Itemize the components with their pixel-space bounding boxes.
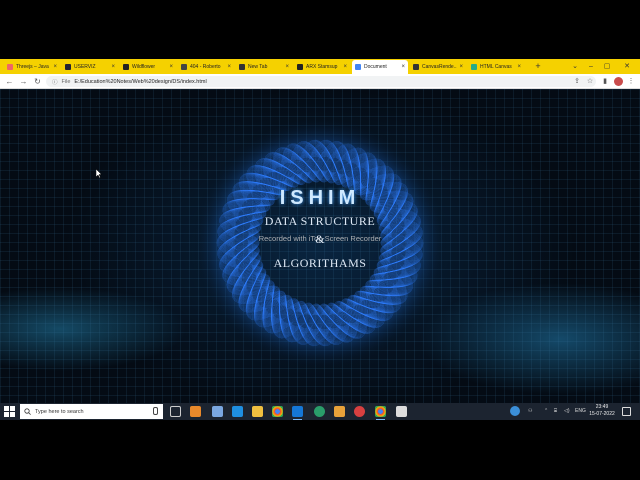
page-title: ISHIM: [279, 187, 361, 209]
tab-favicon-icon: [7, 64, 13, 70]
tab-favicon-icon: [413, 64, 419, 70]
tab-label: Threejs – Java: [16, 64, 49, 70]
window-close-icon[interactable]: ✕: [620, 60, 634, 73]
tab-favicon-icon: [181, 64, 187, 70]
browser-tab[interactable]: CanvasRende... ×: [410, 60, 466, 74]
file-explorer-icon[interactable]: [252, 406, 263, 417]
back-arrow-icon[interactable]: ←: [4, 76, 15, 87]
new-tab-button[interactable]: +: [533, 60, 543, 73]
tab-close-icon[interactable]: ×: [343, 64, 347, 70]
share-icon[interactable]: ⇪: [572, 76, 582, 87]
app-icon-box[interactable]: [334, 406, 345, 417]
tab-close-icon[interactable]: ×: [53, 64, 57, 70]
task-view-icon[interactable]: [170, 406, 181, 417]
tray-app-icon[interactable]: [510, 406, 520, 416]
browser-toolbar: ← → ↻ ⓘ File E:/Education%20Notes/Web%20…: [0, 74, 640, 89]
bookmark-star-icon[interactable]: ☆: [585, 76, 595, 87]
side-panel-icon[interactable]: ▮: [600, 76, 610, 87]
search-placeholder: Type here to search: [35, 408, 84, 415]
minimize-icon[interactable]: –: [584, 60, 598, 73]
browser-tab[interactable]: ARX Stamsup ×: [294, 60, 350, 74]
tab-label: CanvasRende...: [422, 64, 458, 70]
chevron-up-icon[interactable]: ⌃: [544, 406, 548, 417]
address-bar[interactable]: ⓘ File E:/Education%20Notes/Web%20design…: [46, 76, 596, 87]
edge-browser-icon[interactable]: [232, 406, 243, 417]
clock-time: 23:49: [595, 404, 609, 410]
browser-tab[interactable]: USERVIZ ×: [62, 60, 118, 74]
tab-favicon-icon: [65, 64, 71, 70]
tab-label: ARX Stamsup: [306, 64, 338, 70]
tab-favicon-icon: [471, 64, 477, 70]
tab-close-icon[interactable]: ×: [169, 64, 173, 70]
subtitle-algorithms: ALGORITHAMS: [273, 256, 367, 270]
clock-date: 15-07-2022: [589, 411, 615, 417]
taskbar-search-input[interactable]: Type here to search: [20, 404, 163, 419]
mouse-cursor-icon: [96, 169, 102, 178]
browser-tab[interactable]: Wildflower ×: [120, 60, 176, 74]
app-icon-orange[interactable]: [190, 406, 201, 417]
letterbox-bottom: [0, 420, 640, 480]
app-icon-green[interactable]: [314, 406, 325, 417]
language-indicator[interactable]: ENG: [575, 406, 586, 417]
tab-close-icon[interactable]: ×: [517, 64, 521, 70]
windows-taskbar: Type here to search ⚇ ⌃ ⌸ ◁) ENG 23:49 1…: [0, 403, 640, 420]
browser-tab-strip: Threejs – Java × USERVIZ × Wildflower × 404 - …: [0, 59, 640, 74]
page-canvas: ISHIM DATA STRUCTURE Recorded with iTop …: [0, 89, 640, 403]
menu-dots-icon[interactable]: ⋮: [626, 76, 636, 87]
ampersand: &: [315, 232, 325, 246]
tab-label: 404 - Roberto: [190, 64, 221, 70]
notification-icon[interactable]: [622, 407, 631, 416]
browser-tab[interactable]: Threejs – Java ×: [4, 60, 60, 74]
scheme-label: File: [61, 78, 71, 85]
tab-favicon-icon: [297, 64, 303, 70]
tab-label: Document: [364, 64, 387, 70]
tab-favicon-icon: [239, 64, 245, 70]
vscode-icon[interactable]: [292, 406, 303, 420]
volume-icon[interactable]: ◁): [564, 406, 570, 417]
chrome-active-icon[interactable]: [375, 406, 386, 420]
reload-icon[interactable]: ↻: [32, 76, 43, 87]
screen: Threejs – Java × USERVIZ × Wildflower × 404 - …: [0, 0, 640, 480]
tab-close-icon[interactable]: ×: [111, 64, 115, 70]
browser-tab[interactable]: New Tab ×: [236, 60, 292, 74]
info-icon[interactable]: ⓘ: [52, 78, 58, 86]
tab-label: New Tab: [248, 64, 268, 70]
tab-close-icon[interactable]: ×: [227, 64, 231, 70]
browser-tab[interactable]: HTML Canvas ×: [468, 60, 524, 74]
forward-arrow-icon[interactable]: →: [18, 76, 29, 87]
clock[interactable]: 23:49 15-07-2022: [588, 404, 616, 418]
tab-close-icon[interactable]: ×: [401, 64, 405, 70]
subtitle-data-structure: DATA STRUCTURE: [264, 214, 376, 228]
url-text[interactable]: E:/Education%20Notes/Web%20design/DS/ind…: [74, 79, 206, 85]
maximize-icon[interactable]: ▢: [600, 60, 614, 73]
network-icon[interactable]: ⌸: [554, 406, 557, 417]
browser-tab[interactable]: 404 - Roberto ×: [178, 60, 234, 74]
tab-label: USERVIZ: [74, 64, 96, 70]
profile-avatar[interactable]: [614, 77, 623, 86]
tab-label: HTML Canvas: [480, 64, 512, 70]
microphone-icon[interactable]: [153, 407, 158, 415]
tab-close-icon[interactable]: ×: [285, 64, 289, 70]
letterbox-top: [0, 0, 640, 59]
tab-label: Wildflower: [132, 64, 156, 70]
recorder-icon[interactable]: [354, 406, 365, 417]
chevron-down-icon[interactable]: ⌄: [568, 60, 582, 73]
chrome-icon[interactable]: [272, 406, 283, 417]
browser-tab[interactable]: Document ×: [352, 60, 408, 74]
people-icon[interactable]: ⚇: [528, 406, 532, 417]
search-icon: [24, 408, 31, 415]
cube-app-icon[interactable]: [212, 406, 223, 417]
tab-favicon-icon: [123, 64, 129, 70]
notepad-icon[interactable]: [396, 406, 407, 417]
tab-close-icon[interactable]: ×: [459, 64, 463, 70]
tab-favicon-icon: [355, 64, 361, 70]
windows-start-icon[interactable]: [4, 406, 15, 417]
